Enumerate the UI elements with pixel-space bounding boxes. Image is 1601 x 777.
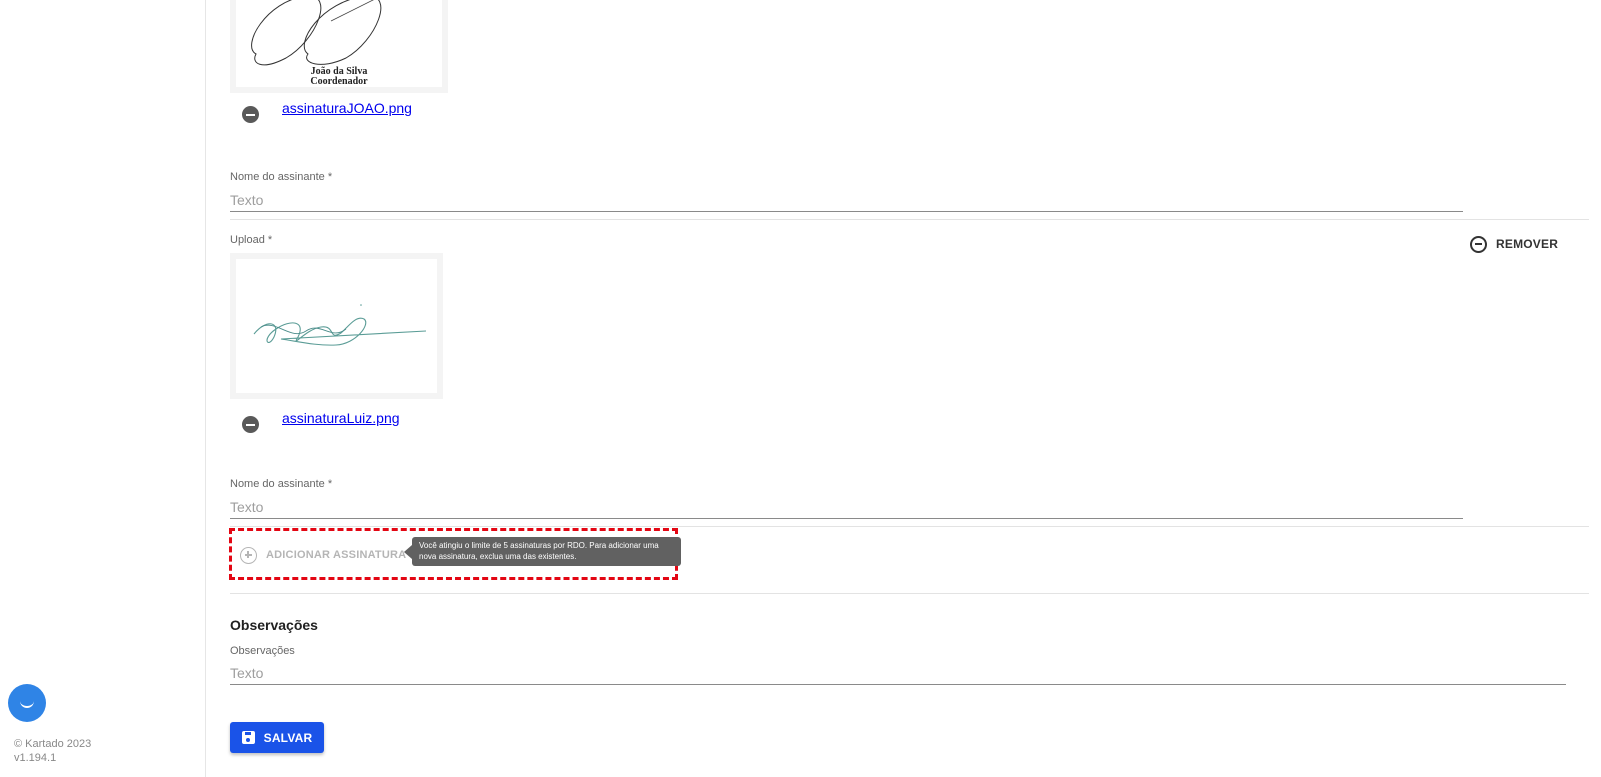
add-signature-button[interactable]: ADICIONAR ASSINATURA [240,545,406,565]
tooltip-arrow [404,545,412,559]
file-link-joao[interactable]: assinaturaJOAO.png [282,100,412,116]
limit-tooltip: Você atingiu o limite de 5 assinaturas p… [412,537,681,566]
remove-file-icon[interactable] [242,106,259,123]
remove-label: REMOVER [1496,237,1559,251]
divider [230,593,1589,594]
observations-label: Observações [230,645,295,657]
remove-file-icon[interactable] [242,416,259,433]
upload-label: Upload * [230,234,273,246]
remove-signature-button[interactable]: REMOVER [1470,234,1558,254]
add-signature-label: ADICIONAR ASSINATURA [266,549,407,561]
signature-preview-luiz [230,253,443,399]
save-button[interactable]: SALVAR [230,722,324,753]
signer-name-label: Nome do assinante * [230,171,333,183]
signed-role-text: Coordenador [310,76,368,87]
version-text: v1.194.1 [14,752,57,764]
chat-icon[interactable] [8,684,46,722]
remove-circle-icon [1470,235,1487,253]
add-circle-icon [240,546,257,564]
save-icon [241,731,255,744]
signature-preview-joao: João da Silva Coordenador [230,0,448,93]
signer-name-input[interactable] [230,495,1463,519]
sidebar: © Kartado 2023 v1.194.1 [0,0,206,777]
divider [230,219,1589,220]
save-label: SALVAR [263,730,313,745]
signature-scribble-luiz [253,304,427,346]
copyright-text: © Kartado 2023 [14,738,92,750]
footer-copyright: © Kartado 2023 v1.194.1 [14,737,91,765]
signer-name-input[interactable] [230,188,1463,212]
main-content: João da Silva Coordenador assinaturaJOAO… [206,0,1601,777]
observations-title: Observações [230,617,318,633]
observations-input[interactable] [230,661,1566,685]
file-link-luiz[interactable]: assinaturaLuiz.png [282,410,400,426]
divider [230,526,1589,527]
signer-name-label: Nome do assinante * [230,478,333,490]
